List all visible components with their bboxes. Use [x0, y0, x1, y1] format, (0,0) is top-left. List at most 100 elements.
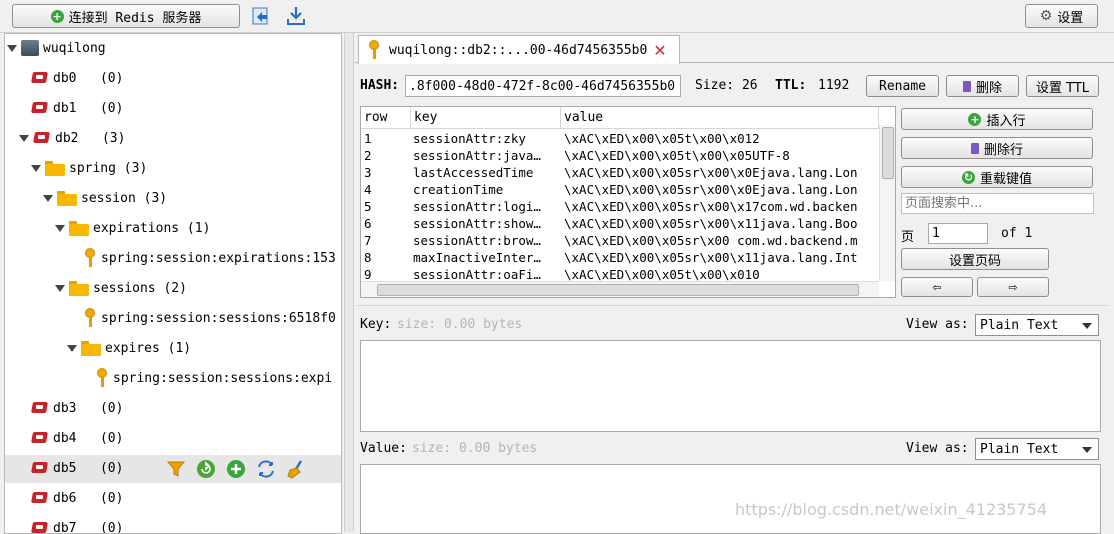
tree-db5[interactable]: db5 (0) — [31, 457, 123, 479]
key-view-as-value: Plain Text — [980, 318, 1058, 333]
tree-folder-expirations[interactable]: expirations (1) — [55, 217, 210, 239]
hash-key-cell[interactable]: sessionAttr:show… — [413, 215, 558, 232]
reload-value-button[interactable]: ↻ 重载键值 — [901, 166, 1093, 188]
row-number-cell[interactable]: 5 — [364, 198, 409, 215]
hash-value-cell[interactable]: \xAC\xED\x00\x05sr\x00\x11java.lang.Int — [564, 249, 876, 266]
expand-arrow-icon — [67, 345, 77, 352]
column-header-value[interactable]: value — [561, 107, 879, 129]
tab-key-hash[interactable]: wuqilong::db2::...00-46d7456355b0 ✕ — [358, 35, 680, 64]
vertical-scrollbar[interactable] — [879, 125, 895, 281]
tree-node-label: session — [81, 191, 136, 206]
key-name-field[interactable]: .8f000-48d0-472f-8c00-46d7456355b0 — [405, 75, 681, 97]
set-ttl-button[interactable]: 设置 TTL — [1026, 75, 1099, 97]
tree-node-count: (0) — [100, 491, 123, 506]
tree-folder-spring[interactable]: spring (3) — [31, 157, 147, 179]
hash-value-cell[interactable]: \xAC\xED\x00\x05sr\x00\x11java.lang.Boo — [564, 215, 876, 232]
tree-db7[interactable]: db7 (0) — [31, 517, 123, 534]
hash-value-cell[interactable]: \xAC\xED\x00\x05t\x00\x05UTF-8 — [564, 147, 876, 164]
row-number-cell[interactable]: 3 — [364, 164, 409, 181]
column-header-label: row — [364, 110, 387, 125]
row-number-cell[interactable]: 7 — [364, 232, 409, 249]
ttl-label: TTL: — [775, 78, 806, 93]
tree-node-label: spring — [69, 161, 116, 176]
tree-key-expirations[interactable]: spring:session:expirations:153 — [83, 247, 336, 269]
tree-server-wuqilong[interactable]: wuqilong — [7, 37, 106, 59]
reload-value-label: 重载键值 — [980, 168, 1032, 187]
panel-splitter[interactable] — [344, 33, 354, 532]
prev-page-button[interactable]: ⇦ — [901, 277, 973, 297]
database-icon — [33, 130, 51, 146]
watermark-text: https://blog.csdn.net/weixin_41235754 — [735, 500, 1047, 519]
tree-folder-sessions[interactable]: sessions (2) — [55, 277, 187, 299]
key-type-label: HASH: — [360, 78, 399, 93]
hash-value-cell[interactable]: \xAC\xED\x00\x05sr\x00 com.wd.backend.m — [564, 232, 876, 249]
column-header-label: value — [564, 110, 603, 125]
refresh-arrows-icon[interactable] — [256, 459, 276, 479]
value-view-as-select[interactable]: Plain Text — [975, 438, 1099, 460]
import-icon[interactable] — [250, 5, 272, 27]
tree-db3[interactable]: db3 (0) — [31, 397, 123, 419]
tree-folder-expires[interactable]: expires (1) — [67, 337, 191, 359]
arrow-right-icon: ⇨ — [1008, 281, 1017, 294]
value-view-as-label: View as: — [906, 441, 969, 456]
row-number-cell[interactable]: 1 — [364, 130, 409, 147]
tree-db0[interactable]: db0 (0) — [31, 67, 123, 89]
next-page-button[interactable]: ⇨ — [977, 277, 1049, 297]
value-view-as-value: Plain Text — [980, 442, 1058, 457]
hash-table[interactable]: row key value 1sessionAttr:zky \xAC\xED\x… — [360, 106, 896, 298]
hash-key-cell[interactable]: sessionAttr:java… — [413, 147, 558, 164]
hash-key-cell[interactable]: sessionAttr:brow… — [413, 232, 558, 249]
vertical-scroll-thumb[interactable] — [882, 127, 894, 179]
rename-button[interactable]: Rename — [866, 75, 939, 97]
column-header-key[interactable]: key — [411, 107, 561, 129]
hash-key-cell[interactable]: sessionAttr:zky — [413, 130, 558, 147]
database-icon — [31, 70, 49, 86]
key-view-as-select[interactable]: Plain Text — [975, 314, 1099, 336]
horizontal-scrollbar[interactable] — [361, 281, 879, 297]
tree-folder-session[interactable]: session (3) — [43, 187, 167, 209]
hash-key-cell[interactable]: sessionAttr:logi… — [413, 198, 558, 215]
hash-key-cell[interactable]: maxInactiveInter… — [413, 249, 558, 266]
export-icon[interactable] — [285, 5, 307, 27]
ttl-value: 1192 — [818, 78, 849, 93]
folder-icon — [81, 341, 101, 356]
settings-button[interactable]: ⚙ 设置 — [1025, 4, 1098, 28]
tree-db1[interactable]: db1 (0) — [31, 97, 123, 119]
hash-key-cell[interactable]: lastAccessedTime — [413, 164, 558, 181]
connect-server-button[interactable]: + 连接到 Redis 服务器 — [12, 4, 240, 28]
expand-arrow-icon — [55, 225, 65, 232]
database-icon — [31, 490, 49, 506]
delete-key-button[interactable]: 删除 — [946, 75, 1019, 97]
column-header-row[interactable]: row — [361, 107, 411, 129]
row-number-cell[interactable]: 8 — [364, 249, 409, 266]
close-icon[interactable]: ✕ — [653, 41, 666, 60]
tree-db4[interactable]: db4 (0) — [31, 427, 123, 449]
horizontal-scroll-thumb[interactable] — [377, 284, 859, 296]
connection-tree[interactable]: wuqilong db0 (0) db1 (0) db2 (3) spring … — [4, 33, 342, 534]
delete-row-button[interactable]: 删除行 — [901, 137, 1093, 159]
hash-value-cell[interactable]: \xAC\xED\x00\x05sr\x00\x17com.wd.backen — [564, 198, 876, 215]
set-page-button[interactable]: 设置页码 — [901, 248, 1049, 270]
page-search-input[interactable] — [901, 193, 1094, 214]
hash-value-cell[interactable]: \xAC\xED\x00\x05t\x00\x012 — [564, 130, 876, 147]
row-number-cell[interactable]: 4 — [364, 181, 409, 198]
tree-db6[interactable]: db6 (0) — [31, 487, 123, 509]
add-key-icon[interactable] — [226, 459, 246, 479]
value-editor-textarea[interactable] — [360, 464, 1101, 534]
tree-key-sessions[interactable]: spring:session:sessions:6518f0 — [83, 307, 336, 329]
row-number-cell[interactable]: 2 — [364, 147, 409, 164]
key-icon — [83, 247, 97, 269]
tree-db2[interactable]: db2 (3) — [19, 127, 125, 149]
reload-icon[interactable] — [196, 459, 216, 479]
page-number-input[interactable]: 1 — [928, 223, 988, 244]
flush-broom-icon[interactable] — [286, 459, 306, 479]
hash-value-cell[interactable]: \xAC\xED\x00\x05sr\x00\x0Ejava.lang.Lon — [564, 181, 876, 198]
tree-key-expires[interactable]: spring:session:sessions:expi — [95, 367, 332, 389]
hash-value-cell[interactable]: \xAC\xED\x00\x05sr\x00\x0Ejava.lang.Lon — [564, 164, 876, 181]
key-editor-textarea[interactable] — [360, 340, 1101, 432]
row-number-cell[interactable]: 6 — [364, 215, 409, 232]
delete-key-label: 删除 — [976, 77, 1002, 96]
filter-icon[interactable] — [166, 459, 186, 479]
hash-key-cell[interactable]: creationTime — [413, 181, 558, 198]
insert-row-button[interactable]: + 插入行 — [901, 108, 1093, 130]
